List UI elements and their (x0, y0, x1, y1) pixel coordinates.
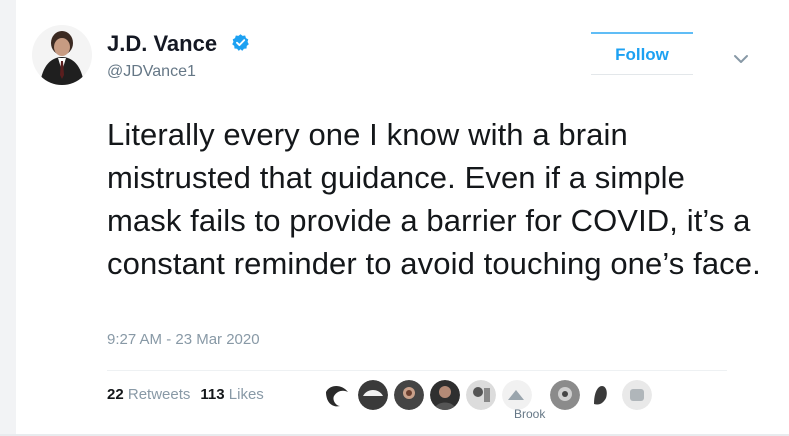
liker-avatar[interactable] (358, 380, 388, 410)
chevron-down-icon[interactable] (732, 53, 750, 65)
follow-button-container: Follow (591, 32, 693, 76)
author-name[interactable]: J.D. Vance (107, 31, 217, 57)
liker-avatar[interactable] (550, 380, 580, 410)
tweet-card: J.D. Vance @JDVance1 Follow Literally ev… (0, 0, 789, 436)
liker-avatar[interactable] (502, 380, 532, 410)
verified-badge-icon (232, 34, 249, 51)
liker-avatar[interactable] (430, 380, 460, 410)
tweet-stats: 22 Retweets 113 Likes (107, 386, 264, 403)
retweets-label: Retweets (127, 386, 191, 403)
tweet-timestamp[interactable]: 9:27 AM - 23 Mar 2020 (107, 331, 260, 348)
likes-stat[interactable]: 113 Likes (200, 386, 263, 403)
liker-avatar[interactable] (322, 380, 352, 410)
author-handle[interactable]: @JDVance1 (107, 63, 196, 81)
tweet-text: Literally every one I know with a brain … (107, 117, 761, 281)
likers-avatars: Brook (322, 380, 662, 421)
liker-avatar[interactable] (586, 380, 616, 410)
page-background-strip (0, 0, 16, 436)
follow-button-bottom-rule (591, 74, 693, 75)
follow-button-top-rule (591, 32, 693, 34)
liker-avatar[interactable] (622, 380, 652, 410)
follow-button[interactable]: Follow (591, 44, 693, 66)
avatar[interactable] (32, 25, 92, 85)
likes-label: Likes (228, 386, 264, 403)
likes-count: 113 (200, 386, 225, 403)
divider (107, 370, 727, 371)
avatar-image (32, 25, 92, 85)
liker-avatar[interactable] (466, 380, 496, 410)
liker-avatar[interactable] (394, 380, 424, 410)
retweets-count: 22 (107, 386, 124, 403)
liker-name-label: Brook (514, 407, 546, 421)
retweet-stat[interactable]: 22 Retweets (107, 386, 190, 403)
